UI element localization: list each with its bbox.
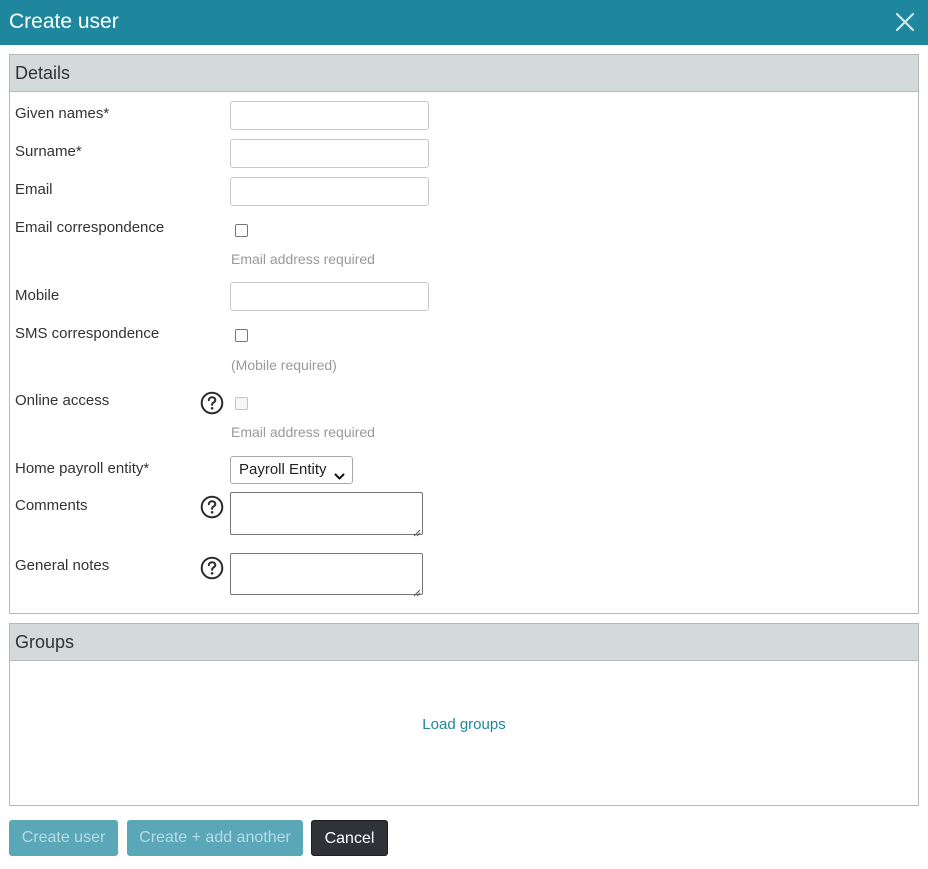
sms-correspondence-label: SMS correspondence	[15, 325, 160, 342]
general-notes-label: General notes	[15, 557, 110, 574]
cancel-button[interactable]: Cancel	[311, 820, 388, 856]
comments-label: Comments	[15, 497, 88, 514]
sms-correspondence-hint: (Mobile required)	[231, 357, 337, 373]
email-correspondence-label: Email correspondence	[15, 219, 165, 236]
home-payroll-entity-label: Home payroll entity*	[15, 460, 150, 477]
dialog-titlebar: Create user	[0, 0, 928, 45]
surname-input[interactable]	[230, 139, 429, 168]
general-notes-textarea[interactable]	[230, 553, 423, 597]
help-icon[interactable]	[200, 556, 224, 580]
email-correspondence-checkbox[interactable]	[235, 224, 248, 237]
mobile-label: Mobile	[15, 287, 60, 304]
online-access-label: Online access	[15, 392, 110, 409]
chevron-down-icon	[334, 465, 345, 480]
surname-label: Surname*	[15, 143, 82, 160]
home-payroll-entity-select[interactable]: Payroll Entity	[230, 456, 353, 484]
create-add-another-button[interactable]: Create + add another	[127, 820, 303, 856]
mobile-input[interactable]	[230, 282, 429, 311]
email-correspondence-hint: Email address required	[231, 251, 375, 267]
help-icon[interactable]	[200, 495, 224, 519]
help-icon[interactable]	[200, 391, 224, 415]
email-label: Email	[15, 181, 53, 198]
resize-grip-icon[interactable]	[412, 524, 421, 537]
email-input[interactable]	[230, 177, 429, 206]
details-heading: Details	[10, 55, 918, 92]
groups-panel: Groups Load groups	[9, 623, 919, 806]
given-names-input[interactable]	[230, 101, 429, 130]
comments-textarea[interactable]	[230, 492, 423, 537]
dialog-title: Create user	[9, 10, 119, 33]
given-names-label: Given names*	[15, 105, 110, 122]
close-icon[interactable]	[893, 10, 917, 34]
create-user-button[interactable]: Create user	[9, 820, 118, 856]
online-access-hint: Email address required	[231, 424, 375, 440]
sms-correspondence-checkbox[interactable]	[235, 329, 248, 342]
home-payroll-entity-value: Payroll Entity	[239, 461, 327, 478]
load-groups-link[interactable]: Load groups	[10, 716, 918, 733]
online-access-checkbox	[235, 397, 248, 410]
resize-grip-icon[interactable]	[412, 584, 421, 597]
groups-heading: Groups	[10, 624, 918, 661]
